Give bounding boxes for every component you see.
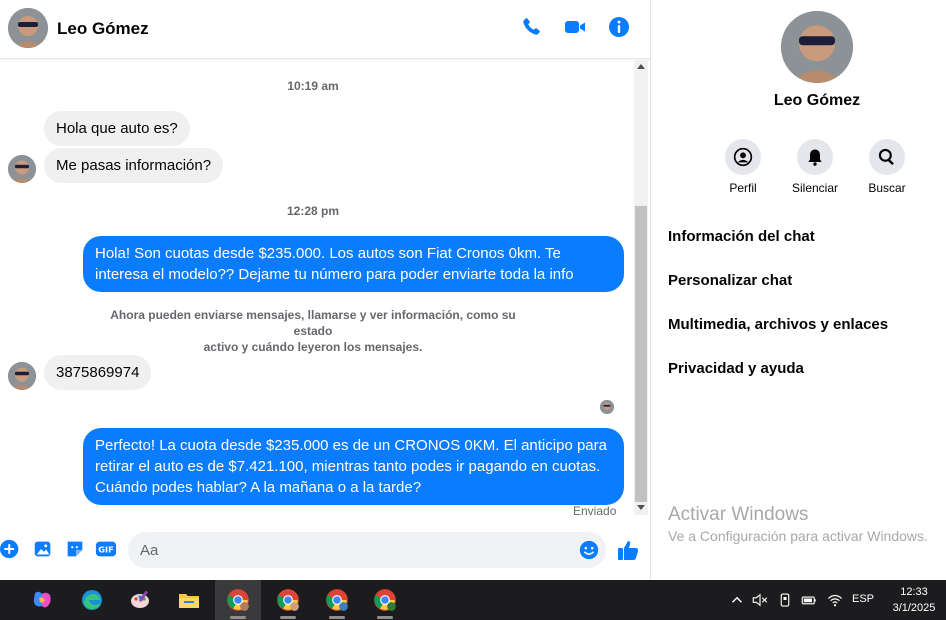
- video-call-icon[interactable]: [563, 15, 587, 39]
- timestamp: 10:19 am: [287, 79, 339, 93]
- chrome-icon: [277, 589, 299, 611]
- mute-button[interactable]: Silenciar: [775, 139, 855, 195]
- sticker-icon[interactable]: [64, 538, 86, 560]
- menu-privacy-help[interactable]: Privacidad y ayuda: [668, 360, 804, 377]
- profile-icon: [733, 147, 753, 167]
- usb-device-icon[interactable]: [776, 591, 794, 609]
- message-input-wrapper: [128, 532, 606, 568]
- paint-icon: [131, 590, 149, 608]
- copilot-icon: [33, 591, 51, 608]
- svg-text:GIF: GIF: [98, 545, 113, 555]
- taskbar-chrome-active[interactable]: [215, 580, 261, 620]
- scroll-up-arrow-icon[interactable]: [637, 64, 645, 69]
- contact-avatar[interactable]: [8, 8, 48, 48]
- message-input[interactable]: [140, 532, 580, 568]
- gif-icon[interactable]: GIF: [95, 538, 117, 560]
- profile-button[interactable]: Perfil: [703, 139, 783, 195]
- taskbar-paint[interactable]: [117, 580, 163, 620]
- windows-taskbar: ESP 12:33 3/1/2025: [0, 580, 946, 620]
- emoji-icon[interactable]: [578, 539, 600, 561]
- volume-muted-icon[interactable]: [751, 591, 769, 609]
- search-button[interactable]: Buscar: [847, 139, 927, 195]
- profile-button-label: Perfil: [729, 181, 757, 195]
- contact-name[interactable]: Leo Gómez: [57, 19, 149, 39]
- activate-windows-title: Activar Windows: [668, 504, 809, 525]
- incoming-message[interactable]: Hola que auto es?: [44, 111, 190, 146]
- message-status: Enviado: [573, 504, 617, 518]
- edge-icon: [82, 590, 102, 610]
- privacy-notice: Ahora pueden enviarse mensajes, llamarse…: [100, 307, 526, 355]
- profile-name: Leo Gómez: [773, 92, 861, 109]
- system-clock[interactable]: 12:33 3/1/2025: [884, 584, 944, 616]
- outgoing-message[interactable]: Hola! Son cuotas desde $235.000. Los aut…: [83, 236, 624, 292]
- menu-chat-info[interactable]: Información del chat: [668, 228, 815, 245]
- chat-pane: Leo Gómez 10:19 am Hola que auto es? Me …: [0, 0, 651, 580]
- input-language[interactable]: ESP: [852, 593, 874, 605]
- activate-windows-subtitle: Ve a Configuración para activar Windows.: [668, 528, 928, 544]
- photo-icon[interactable]: [32, 538, 54, 560]
- outgoing-message[interactable]: Perfecto! La cuota desde $235.000 es de …: [83, 428, 624, 505]
- sender-avatar: [8, 155, 36, 183]
- taskbar-chrome-2[interactable]: [265, 580, 311, 620]
- chrome-icon: [227, 589, 249, 611]
- notice-line: activo y cuándo leyeron los mensajes.: [203, 340, 423, 354]
- notice-line: Ahora pueden enviarse mensajes, llamarse…: [110, 308, 516, 338]
- messenger-window: Leo Gómez 10:19 am Hola que auto es? Me …: [0, 0, 946, 580]
- scrollbar[interactable]: [634, 60, 648, 515]
- info-icon[interactable]: [607, 15, 631, 39]
- scrollbar-thumb[interactable]: [635, 206, 647, 502]
- chat-info-panel: Leo Gómez Perfil Silenciar Buscar Inform…: [652, 0, 946, 580]
- chrome-icon: [374, 589, 396, 611]
- clock-date: 3/1/2025: [892, 602, 936, 614]
- clock-time: 12:33: [900, 586, 928, 598]
- phone-icon[interactable]: [519, 15, 543, 39]
- plus-icon[interactable]: [0, 538, 22, 560]
- taskbar-edge[interactable]: [69, 580, 115, 620]
- thumbs-up-icon[interactable]: [616, 538, 640, 562]
- search-button-label: Buscar: [868, 181, 906, 195]
- incoming-message[interactable]: 3875869974: [44, 355, 152, 390]
- taskbar-file-explorer[interactable]: [166, 580, 212, 620]
- taskbar-copilot[interactable]: [19, 580, 65, 620]
- scroll-down-arrow-icon[interactable]: [637, 505, 645, 510]
- search-icon: [878, 148, 894, 165]
- chrome-icon: [326, 589, 348, 611]
- file-explorer-icon: [179, 594, 199, 608]
- taskbar-chrome-4[interactable]: [362, 580, 408, 620]
- message-list[interactable]: 10:19 am Hola que auto es? Me pasas info…: [0, 60, 634, 520]
- timestamp: 12:28 pm: [286, 204, 340, 218]
- bell-icon: [808, 149, 822, 166]
- taskbar-chrome-3[interactable]: [314, 580, 360, 620]
- menu-media-files-links[interactable]: Multimedia, archivos y enlaces: [668, 316, 888, 333]
- chat-header: Leo Gómez: [0, 0, 650, 59]
- chevron-up-icon[interactable]: [728, 591, 746, 609]
- composer: GIF: [0, 528, 650, 572]
- wifi-icon[interactable]: [826, 591, 844, 609]
- seen-indicator-avatar: [600, 400, 614, 414]
- mute-button-label: Silenciar: [791, 181, 839, 195]
- incoming-message[interactable]: Me pasas información?: [44, 148, 224, 183]
- profile-avatar[interactable]: [781, 11, 853, 83]
- battery-icon[interactable]: [800, 591, 818, 609]
- sender-avatar: [8, 362, 36, 390]
- menu-customize-chat[interactable]: Personalizar chat: [668, 272, 792, 289]
